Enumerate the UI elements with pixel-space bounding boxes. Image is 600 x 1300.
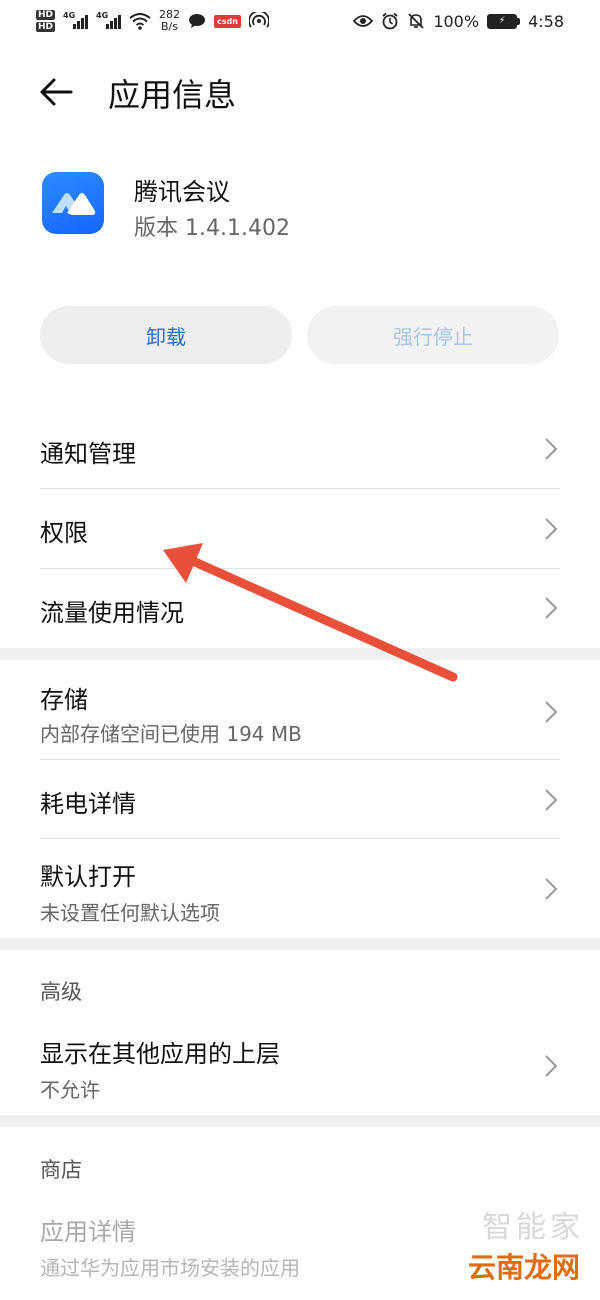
- network-speed: 282 B/s: [159, 9, 180, 33]
- status-right: 100% ⚡ 4:58: [353, 12, 564, 31]
- section-separator: [0, 938, 600, 950]
- watermark-bottom: 云南龙网: [463, 1246, 584, 1286]
- list-item-label: 流量使用情况: [40, 599, 184, 627]
- signal-icon: 4G: [63, 11, 89, 29]
- section-header-store: 商店: [40, 1158, 82, 1182]
- watermark: 智能家 云南龙网: [463, 1202, 584, 1286]
- battery-percent: 100%: [433, 11, 480, 31]
- network-type-1: 4G: [63, 11, 76, 20]
- list-item-display-over-other-apps[interactable]: 显示在其他应用的上层 不允许: [0, 1020, 600, 1114]
- uninstall-button[interactable]: 卸载: [40, 306, 292, 364]
- chevron-right-icon: [545, 701, 558, 723]
- chat-bubble-icon: [189, 14, 206, 28]
- wifi-icon: [129, 13, 151, 30]
- section-separator: [0, 648, 600, 660]
- page-title: 应用信息: [108, 76, 237, 114]
- hd-label-top: HD: [36, 10, 56, 20]
- back-button[interactable]: [36, 72, 76, 112]
- list-item-storage[interactable]: 存储 内部存储空间已使用 194 MB: [0, 660, 600, 758]
- chevron-right-icon: [545, 518, 558, 540]
- watermark-top: 智能家: [482, 1210, 584, 1245]
- chevron-right-icon: [545, 438, 558, 460]
- battery-icon: ⚡: [487, 13, 521, 29]
- speed-unit: B/s: [161, 20, 178, 33]
- eye-icon: [353, 15, 374, 27]
- hd-label-bottom: HD: [36, 22, 56, 32]
- section-separator: [0, 1115, 600, 1127]
- back-arrow-icon: [40, 78, 73, 106]
- app-bar: 应用信息: [0, 60, 600, 122]
- list-item-label: 默认打开: [40, 863, 136, 891]
- list-item-label: 存储: [40, 686, 88, 714]
- list-item-label: 应用详情: [40, 1218, 136, 1246]
- section-header-advanced: 高级: [40, 980, 82, 1004]
- list-item-subtitle: 通过华为应用市场安装的应用: [40, 1256, 300, 1280]
- hd-indicator: HD HD: [36, 9, 56, 33]
- list-item-subtitle: 内部存储空间已使用 194 MB: [40, 722, 302, 746]
- force-stop-button[interactable]: 强行停止: [307, 306, 559, 364]
- list-item-data-usage[interactable]: 流量使用情况: [0, 569, 600, 647]
- chevron-right-icon: [545, 1055, 558, 1077]
- chevron-right-icon: [545, 597, 558, 619]
- list-item-subtitle: 未设置任何默认选项: [40, 901, 220, 925]
- app-name: 腾讯会议: [134, 178, 230, 206]
- hotspot-icon: [248, 12, 269, 28]
- app-version: 版本 1.4.1.402: [134, 216, 290, 241]
- status-bar: HD HD 4G 4G 282 B/s csdn 100% ⚡ 4:58: [0, 0, 600, 42]
- list-item-label: 显示在其他应用的上层: [40, 1040, 280, 1068]
- notification-badge: csdn: [214, 14, 241, 28]
- network-type-2: 4G: [96, 11, 109, 20]
- list-item-notification[interactable]: 通知管理: [0, 410, 600, 488]
- chevron-right-icon: [545, 878, 558, 900]
- list-item-battery-usage[interactable]: 耗电详情: [0, 760, 600, 838]
- alarm-icon: [382, 12, 398, 30]
- list-item-label: 通知管理: [40, 440, 136, 468]
- clock: 4:58: [528, 11, 564, 31]
- status-left: HD HD 4G 4G 282 B/s csdn: [36, 9, 269, 33]
- tencent-meeting-logo-icon: [52, 193, 96, 215]
- chevron-right-icon: [545, 789, 558, 811]
- signal-icon-2: 4G: [96, 11, 122, 29]
- list-item-label: 权限: [40, 519, 88, 547]
- list-item-open-by-default[interactable]: 默认打开 未设置任何默认选项: [0, 839, 600, 937]
- app-icon: [42, 172, 104, 234]
- mute-bell-icon: [408, 13, 424, 29]
- list-item-permissions[interactable]: 权限: [0, 489, 600, 568]
- list-item-subtitle: 不允许: [40, 1078, 100, 1102]
- list-item-label: 耗电详情: [40, 790, 136, 818]
